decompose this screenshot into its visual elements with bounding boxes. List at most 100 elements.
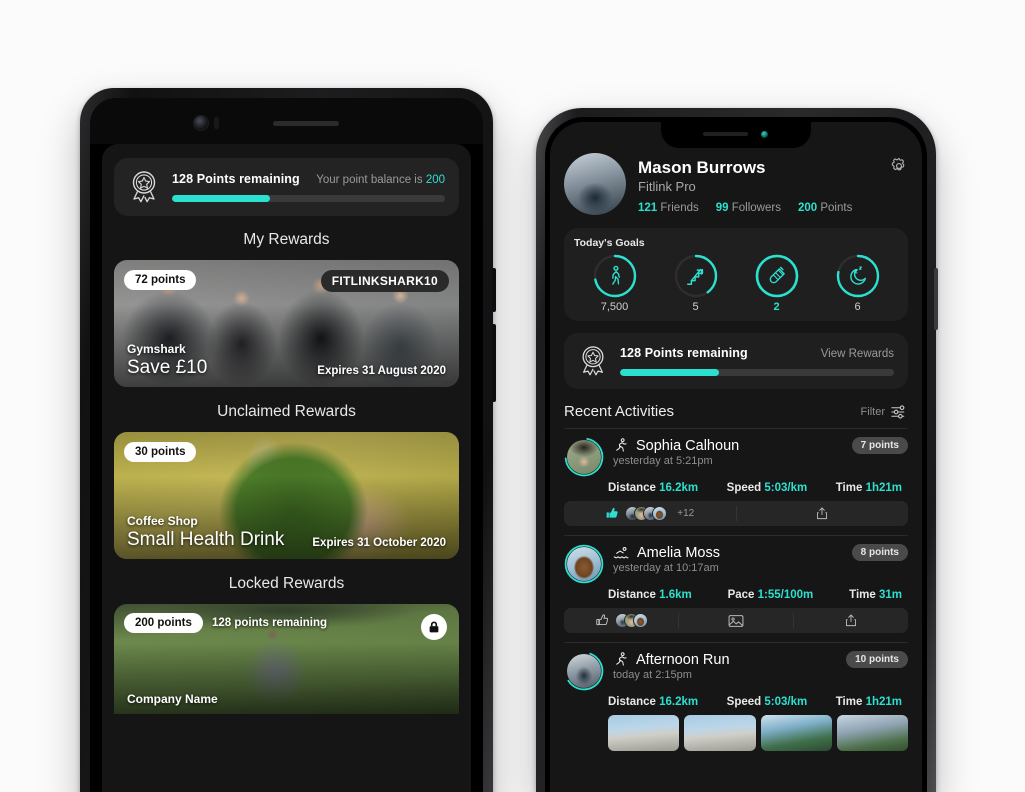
reward-card-coffee-shop[interactable]: 30 points Coffee Shop Small Health Drink… (114, 432, 459, 559)
page-title: Mason Burrows (638, 158, 766, 177)
walking-icon (611, 265, 620, 285)
recent-activities-header: Recent Activities Filter (550, 389, 922, 420)
activity-item-afternoon-run[interactable]: Afternoon Run 10 points today at 2:15pm … (550, 643, 922, 751)
reactor-avatar (652, 506, 668, 521)
like-cell[interactable]: +12 (564, 506, 736, 521)
top-bezel (90, 98, 483, 144)
goal-value: 5 (692, 301, 699, 313)
volume-button[interactable] (492, 268, 496, 312)
stat-value: 1.6km (659, 589, 692, 601)
share-icon[interactable] (844, 613, 858, 628)
photo-cell[interactable] (678, 613, 793, 628)
activity-stats: Distance 1.6km Pace 1:55/100m Time 31m (564, 584, 908, 601)
reward-brand: Company Name (127, 692, 218, 706)
activity-name-row: Afternoon Run 10 points (613, 651, 908, 668)
stat-points[interactable]: 200 Points (798, 202, 852, 214)
gear-icon[interactable] (890, 157, 908, 175)
activity-item-amelia[interactable]: Amelia Moss 8 points yesterday at 10:17a… (550, 536, 922, 643)
share-cell[interactable] (793, 613, 908, 628)
stat-label: Distance (608, 482, 656, 494)
moon-sleep-icon (849, 266, 866, 285)
activity-name: Afternoon Run (636, 651, 730, 668)
screenshot-stage: 128 Points remaining Your point balance … (0, 0, 1025, 792)
points-progress-fill (172, 195, 271, 202)
share-cell[interactable] (735, 506, 909, 521)
activity-time: yesterday at 10:17am (613, 562, 719, 574)
like-cell[interactable] (564, 613, 678, 628)
activity-action-bar (564, 608, 908, 633)
reward-code-pill[interactable]: FITLINKSHARK10 (320, 270, 449, 292)
avatar[interactable] (564, 153, 626, 215)
goals-row: 7,500 5 2 6 (574, 253, 898, 313)
reactor-avatar (632, 613, 648, 628)
goal-water[interactable]: 2 (746, 253, 808, 313)
reward-points-pill: 72 points (124, 270, 197, 290)
activity-name: Sophia Calhoun (636, 437, 740, 454)
activity-stats: Distance 16.2km Speed 5:03/km Time 1h21m (564, 477, 908, 494)
reward-card-gymshark[interactable]: 72 points FITLINKSHARK10 Gymshark Save £… (114, 260, 459, 387)
stat-time: Time 1h21m (836, 696, 902, 708)
reactor-avatars[interactable] (614, 613, 648, 628)
phone-inner-left: 128 Points remaining Your point balance … (90, 98, 483, 792)
reward-expiry: Expires 31 August 2020 (317, 365, 446, 377)
activity-header: Afternoon Run 10 points today at 2:15pm (564, 643, 908, 691)
water-bottle-icon (769, 266, 785, 284)
activity-name: Amelia Moss (637, 544, 720, 561)
power-button[interactable] (492, 324, 496, 402)
activity-photo[interactable] (684, 715, 756, 751)
goal-steps[interactable]: 7,500 (584, 253, 646, 313)
rewards-screen: 128 Points remaining Your point balance … (102, 144, 471, 792)
stat-friends[interactable]: 121 Friends (638, 202, 699, 214)
activity-item-sophia[interactable]: Sophia Calhoun 7 points yesterday at 5:2… (550, 429, 922, 536)
activity-action-bar: +12 (564, 501, 908, 526)
points-banner[interactable]: 128 Points remaining Your point balance … (114, 158, 459, 216)
points-remaining-label: 128 Points remaining (620, 346, 748, 360)
section-title-recent-activities: Recent Activities (564, 403, 675, 420)
reward-remaining-note: 128 points remaining (212, 617, 328, 629)
power-button[interactable] (934, 268, 938, 330)
view-rewards-link[interactable]: View Rewards (821, 348, 894, 360)
balance-value: 200 (425, 174, 445, 186)
stat-distance: Distance 1.6km (608, 589, 692, 601)
stat-label: Time (835, 482, 863, 494)
stat-value: 99 (715, 202, 729, 214)
avatar[interactable] (564, 437, 604, 477)
activity-photo[interactable] (760, 715, 832, 751)
activity-header: Sophia Calhoun 7 points yesterday at 5:2… (564, 429, 908, 477)
stat-label: Distance (608, 589, 656, 601)
avatar-photo (567, 547, 601, 581)
thumbs-up-filled-icon[interactable] (605, 506, 620, 521)
stat-label: Points (820, 202, 853, 214)
avatar[interactable] (564, 544, 604, 584)
stat-value: 31m (878, 589, 902, 601)
goal-stairs[interactable]: 5 (665, 253, 727, 313)
profile-subtitle: Fitlink Pro (638, 179, 696, 194)
share-icon[interactable] (815, 506, 829, 521)
activity-stats: Distance 16.2km Speed 5:03/km Time 1h21m (564, 691, 908, 708)
activity-photos (564, 715, 908, 751)
stat-value: 121 (638, 202, 658, 214)
points-banner[interactable]: 128 Points remaining View Rewards (564, 333, 908, 389)
points-progress-fill (620, 369, 719, 376)
stat-followers[interactable]: 99 Followers (716, 202, 781, 214)
sliders-icon[interactable] (891, 404, 908, 419)
reward-title: Save £10 (127, 357, 208, 378)
image-icon[interactable] (728, 614, 744, 628)
lock-icon (421, 614, 447, 640)
stat-value: 1:55/100m (757, 589, 814, 601)
reactor-avatars[interactable] (625, 506, 668, 521)
stat-value: 200 (797, 202, 818, 214)
filter-label[interactable]: Filter (861, 406, 885, 418)
stat-time: Time 31m (849, 589, 902, 601)
status-badge: 8 points (851, 544, 908, 561)
avatar[interactable] (564, 651, 604, 691)
reward-card-locked[interactable]: 200 points 128 points remaining Company … (114, 604, 459, 714)
goal-sleep[interactable]: 6 (827, 253, 889, 313)
avatar-photo (567, 440, 601, 474)
activity-photo[interactable] (836, 715, 908, 751)
point-balance-label: Your point balance is 200 (316, 174, 445, 186)
thumbs-up-outline-icon[interactable] (595, 613, 610, 628)
balance-text: Your point balance is (316, 174, 423, 186)
activity-photo[interactable] (608, 715, 680, 751)
stat-value: 16.2km (659, 482, 699, 494)
